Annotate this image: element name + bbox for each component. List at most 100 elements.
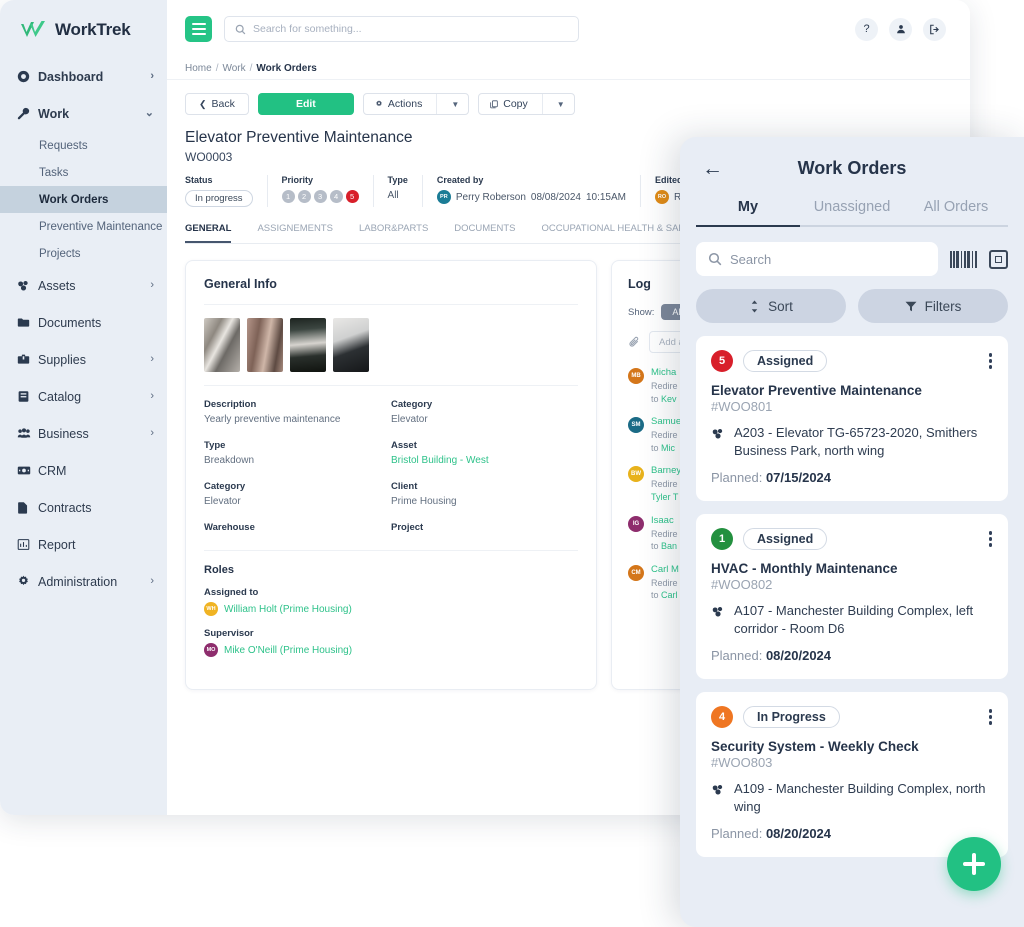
work-order-name: Security System - Weekly Check bbox=[711, 739, 993, 754]
people-icon bbox=[17, 427, 38, 440]
work-order-asset: A203 - Elevator TG-65723-2020, Smithers … bbox=[711, 424, 993, 459]
created-date: 08/08/2024 bbox=[531, 192, 581, 203]
arrow-left-icon[interactable]: ← bbox=[702, 158, 723, 179]
tab-unassigned[interactable]: Unassigned bbox=[800, 199, 904, 225]
log-text-link[interactable]: Kev bbox=[661, 394, 677, 404]
sidebar-sublabel-work-orders: Work Orders bbox=[39, 194, 108, 206]
chevron-right-icon: › bbox=[150, 354, 154, 365]
sidebar-subitem-projects[interactable]: Projects bbox=[0, 240, 167, 267]
sidebar-item-work[interactable]: Work ⌄ bbox=[0, 95, 167, 132]
sidebar-label-report: Report bbox=[38, 538, 154, 552]
more-vertical-icon[interactable] bbox=[989, 353, 993, 369]
qr-code-icon[interactable] bbox=[989, 250, 1008, 269]
priority-dot-1[interactable]: 1 bbox=[282, 190, 295, 203]
add-work-order-fab[interactable] bbox=[947, 837, 1001, 891]
filters-button[interactable]: Filters bbox=[858, 289, 1008, 323]
sidebar-sublabel-requests: Requests bbox=[39, 140, 88, 152]
more-vertical-icon[interactable] bbox=[989, 709, 993, 725]
log-author[interactable]: Carl M bbox=[651, 564, 679, 575]
breadcrumb-home[interactable]: Home bbox=[185, 63, 212, 74]
hamburger-menu-icon[interactable] bbox=[185, 16, 212, 42]
sidebar-subitem-work-orders[interactable]: Work Orders bbox=[0, 186, 167, 213]
elevator-panel-photo[interactable] bbox=[247, 318, 283, 372]
sidebar-item-supplies[interactable]: Supplies › bbox=[0, 341, 167, 378]
asset-link[interactable]: Bristol Building - West bbox=[391, 455, 578, 466]
log-author[interactable]: Barney bbox=[651, 465, 681, 476]
work-order-card[interactable]: 1 Assigned HVAC - Monthly Maintenance #W… bbox=[696, 514, 1008, 679]
log-text-pre: to bbox=[651, 394, 661, 404]
help-icon[interactable]: ? bbox=[855, 18, 878, 41]
work-order-card[interactable]: 4 In Progress Security System - Weekly C… bbox=[696, 692, 1008, 857]
priority-dot-4[interactable]: 4 bbox=[330, 190, 343, 203]
sidebar-subitem-tasks[interactable]: Tasks bbox=[0, 159, 167, 186]
priority-dots[interactable]: 1 2 3 4 5 bbox=[282, 190, 359, 203]
priority-dot-3[interactable]: 3 bbox=[314, 190, 327, 203]
meta-created-by: Created by PR Perry Roberson 08/08/2024 … bbox=[423, 175, 641, 207]
sort-button[interactable]: Sort bbox=[696, 289, 846, 323]
sidebar-item-contracts[interactable]: Contracts bbox=[0, 489, 167, 526]
log-text: Redire bbox=[651, 529, 678, 539]
log-text-link[interactable]: Tyler T bbox=[651, 492, 678, 502]
log-author[interactable]: Samue bbox=[651, 416, 681, 427]
copy-dropdown-button[interactable]: Copy ▼ bbox=[478, 93, 574, 115]
mobile-search-input[interactable]: Search bbox=[696, 242, 938, 276]
user-icon[interactable] bbox=[889, 18, 912, 41]
paperclip-icon[interactable] bbox=[628, 336, 641, 349]
catalog-book-icon bbox=[17, 390, 38, 403]
caret-down-icon[interactable]: ▼ bbox=[548, 100, 574, 109]
tab-general[interactable]: GENERAL bbox=[185, 223, 231, 243]
sidebar-item-crm[interactable]: CRM bbox=[0, 452, 167, 489]
planned-label: Planned: bbox=[711, 826, 762, 841]
sidebar-sublabel-tasks: Tasks bbox=[39, 167, 68, 179]
priority-dot-2[interactable]: 2 bbox=[298, 190, 311, 203]
back-button[interactable]: ❮ Back bbox=[185, 93, 249, 115]
sidebar-item-assets[interactable]: Assets › bbox=[0, 267, 167, 304]
sidebar-item-administration[interactable]: Administration › bbox=[0, 563, 167, 600]
log-text-link[interactable]: Ban bbox=[661, 541, 677, 551]
search-input[interactable]: Search for something... bbox=[224, 16, 579, 42]
sidebar-label-dashboard: Dashboard bbox=[38, 70, 150, 84]
tab-occupational-health-safety[interactable]: OCCUPATIONAL HEALTH & SAFETY bbox=[542, 223, 703, 243]
tab-documents[interactable]: DOCUMENTS bbox=[454, 223, 515, 243]
assigned-to-link[interactable]: William Holt (Prime Housing) bbox=[224, 604, 352, 615]
tab-labor-parts[interactable]: LABOR&PARTS bbox=[359, 223, 428, 243]
photo-thumbnails bbox=[204, 318, 578, 372]
barcode-scan-icon[interactable] bbox=[950, 251, 978, 268]
tab-assignements[interactable]: ASSIGNEMENTS bbox=[257, 223, 333, 243]
elevator-lobby-photo[interactable] bbox=[204, 318, 240, 372]
log-text-link[interactable]: Carl bbox=[661, 590, 678, 600]
log-author[interactable]: Isaac bbox=[651, 515, 678, 526]
escalator-photo[interactable] bbox=[290, 318, 326, 372]
logout-icon[interactable] bbox=[923, 18, 946, 41]
avatar: MB bbox=[628, 368, 644, 384]
breadcrumb-separator: / bbox=[250, 63, 253, 74]
top-bar-icons: ? bbox=[855, 18, 952, 41]
sidebar-item-documents[interactable]: Documents bbox=[0, 304, 167, 341]
back-label: Back bbox=[212, 98, 235, 110]
sidebar-item-report[interactable]: Report bbox=[0, 526, 167, 563]
sidebar-subitem-preventive-maintenance[interactable]: Preventive Maintenance bbox=[0, 213, 167, 240]
tab-all-orders[interactable]: All Orders bbox=[904, 199, 1008, 225]
work-order-card[interactable]: 5 Assigned Elevator Preventive Maintenan… bbox=[696, 336, 1008, 501]
more-vertical-icon[interactable] bbox=[989, 531, 993, 547]
tab-my[interactable]: My bbox=[696, 199, 800, 225]
priority-badge: 5 bbox=[711, 350, 733, 372]
supervisor-link[interactable]: Mike O'Neill (Prime Housing) bbox=[224, 645, 352, 656]
sidebar-sublabel-projects: Projects bbox=[39, 248, 81, 260]
edit-button[interactable]: Edit bbox=[258, 93, 354, 115]
planned-label: Planned: bbox=[711, 648, 762, 663]
actions-dropdown-button[interactable]: Actions ▼ bbox=[363, 93, 469, 115]
sidebar-subitem-requests[interactable]: Requests bbox=[0, 132, 167, 159]
breadcrumb-work[interactable]: Work bbox=[222, 63, 245, 74]
log-author[interactable]: Micha bbox=[651, 367, 678, 378]
planned-date: 08/20/2024 bbox=[766, 826, 831, 841]
log-text-link[interactable]: Mic bbox=[661, 443, 675, 453]
sidebar-item-business[interactable]: Business › bbox=[0, 415, 167, 452]
sidebar-item-dashboard[interactable]: Dashboard › bbox=[0, 58, 167, 95]
work-order-id: #WOO803 bbox=[711, 755, 993, 770]
asset-text: A203 - Elevator TG-65723-2020, Smithers … bbox=[734, 424, 993, 459]
elevator-doors-photo[interactable] bbox=[333, 318, 369, 372]
sidebar-item-catalog[interactable]: Catalog › bbox=[0, 378, 167, 415]
priority-dot-5[interactable]: 5 bbox=[346, 190, 359, 203]
caret-down-icon[interactable]: ▼ bbox=[442, 100, 468, 109]
